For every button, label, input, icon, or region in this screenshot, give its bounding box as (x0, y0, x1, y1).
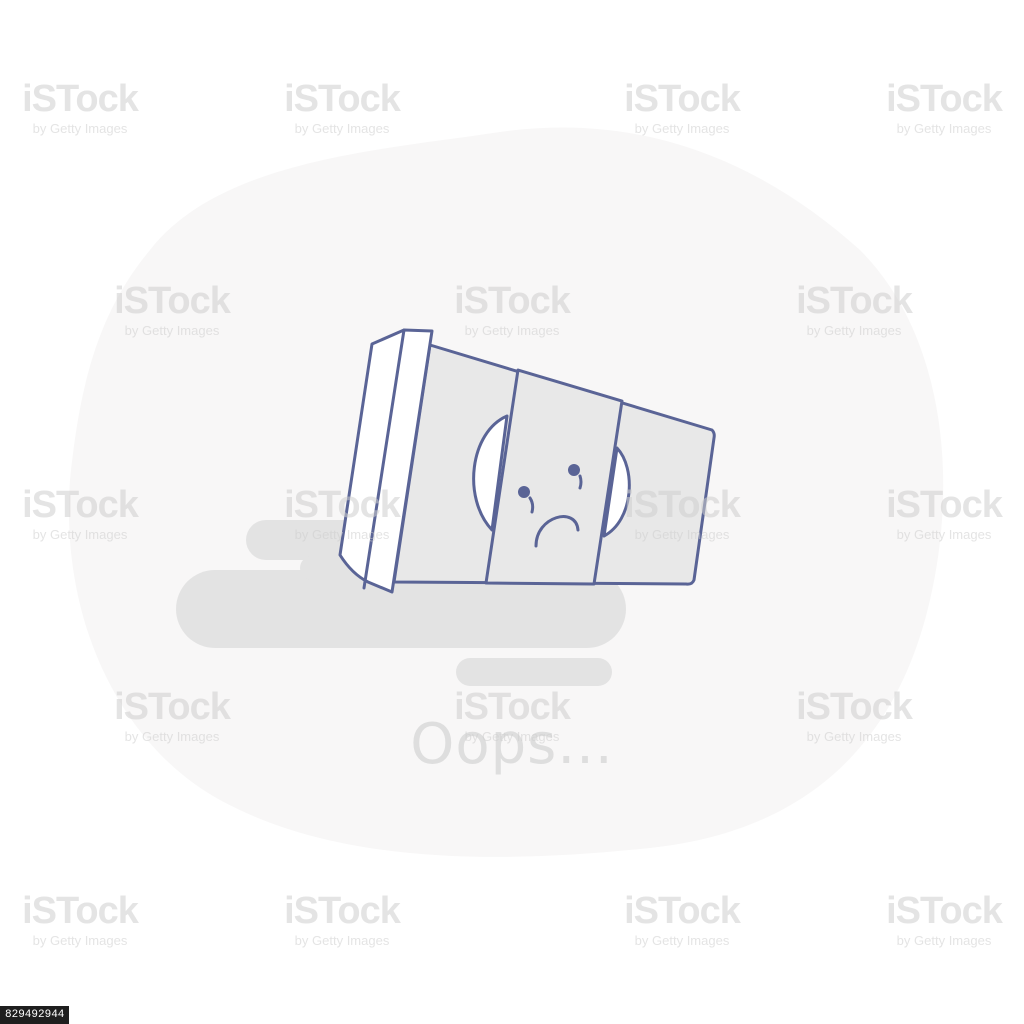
left-eye (518, 486, 530, 498)
right-tear (578, 474, 583, 490)
right-eye (568, 464, 580, 476)
spilled-cup-illustration (68, 127, 944, 857)
error-illustration-canvas: Oops... iSTock by Getty Images iSTock by G… (0, 0, 1024, 1024)
image-id-label: 829492944 (0, 1006, 70, 1024)
oops-message: Oops... (410, 712, 614, 777)
